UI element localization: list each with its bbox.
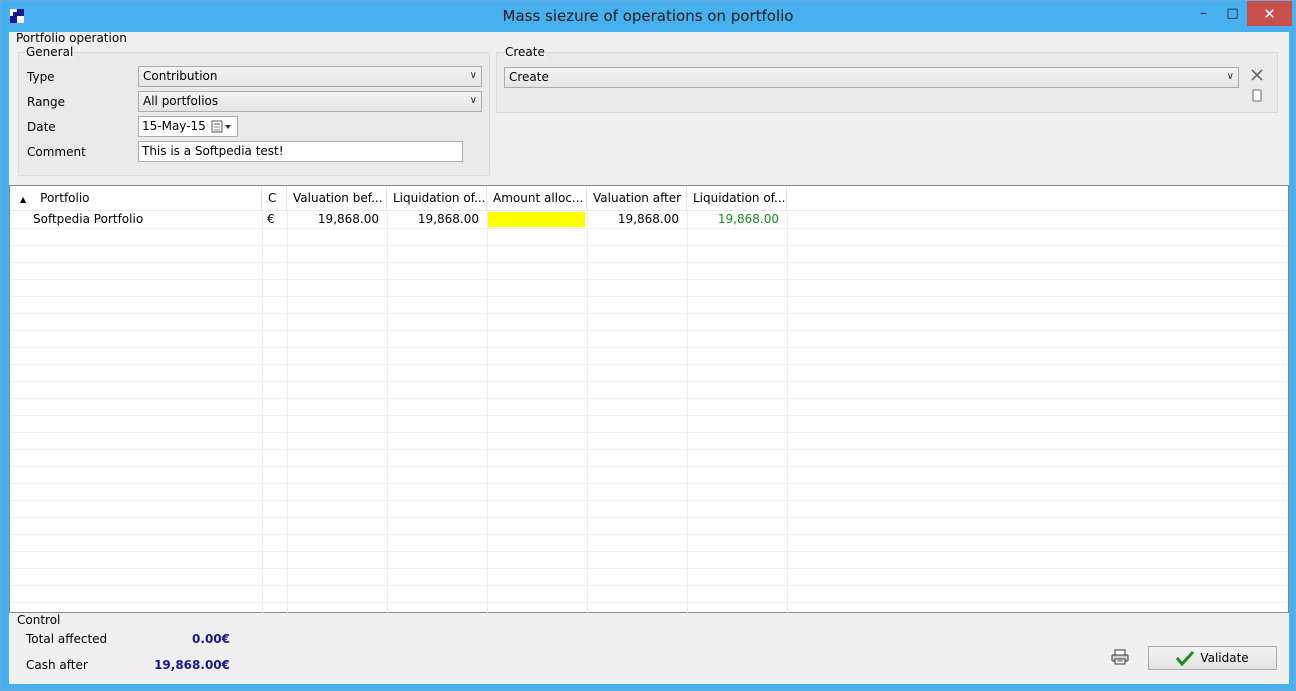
range-select-value: All portfolios xyxy=(143,94,219,108)
control-label: Control xyxy=(17,613,61,627)
cash-after-label: Cash after xyxy=(26,658,88,672)
type-select-value: Contribution xyxy=(143,69,218,83)
comment-label: Comment xyxy=(27,145,86,159)
grid-row-line xyxy=(10,398,1288,399)
grid-column-divider xyxy=(387,211,388,613)
grid-row-line xyxy=(10,585,1288,586)
portfolio-grid[interactable]: ▲ Portfolio C Valuation bef... Liquidatio… xyxy=(9,185,1289,613)
grid-column-divider xyxy=(787,211,788,613)
sort-ascending-icon: ▲ xyxy=(20,195,27,204)
title-bar[interactable]: Mass siezure of operations on portfolio … xyxy=(1,1,1295,32)
grid-column-divider xyxy=(587,211,588,613)
calendar-icon[interactable] xyxy=(211,120,233,133)
total-affected-label: Total affected xyxy=(26,632,108,646)
column-header-liquidation-before[interactable]: Liquidation of... xyxy=(387,186,487,211)
range-label: Range xyxy=(27,95,66,109)
grid-row-line xyxy=(10,432,1288,433)
column-header-liquidation-after[interactable]: Liquidation of... xyxy=(687,186,787,211)
date-picker[interactable]: 15-May-15 xyxy=(138,116,238,137)
grid-row-line xyxy=(10,483,1288,484)
validate-button[interactable]: Validate xyxy=(1148,646,1277,670)
type-select[interactable]: Contribution ∨ xyxy=(138,66,482,87)
validate-label: Validate xyxy=(1200,651,1249,665)
grid-row-line xyxy=(10,313,1288,314)
grid-column-divider xyxy=(687,211,688,613)
grid-row-line xyxy=(10,500,1288,501)
grid-column-divider xyxy=(262,211,263,613)
window-title: Mass siezure of operations on portfolio xyxy=(502,7,794,25)
column-header-portfolio[interactable]: ▲ Portfolio xyxy=(10,186,262,211)
grid-row-line xyxy=(10,347,1288,348)
printer-icon[interactable] xyxy=(1111,649,1129,665)
cell-amount-allocated[interactable] xyxy=(488,212,585,227)
close-button[interactable]: ✕ xyxy=(1247,1,1292,26)
grid-row-line xyxy=(10,517,1288,518)
grid-row-line xyxy=(10,262,1288,263)
cell-liquidation-before[interactable]: 19,868.00 xyxy=(387,211,479,228)
range-select[interactable]: All portfolios ∨ xyxy=(138,91,482,112)
grid-row-line xyxy=(10,466,1288,467)
grid-row-line xyxy=(10,245,1288,246)
grid-row-line xyxy=(10,330,1288,331)
grid-row-line xyxy=(10,279,1288,280)
client-area: Portfolio operation General Type Contrib… xyxy=(9,31,1289,684)
column-header-valuation-after[interactable]: Valuation after xyxy=(587,186,687,211)
table-row[interactable]: Softpedia Portfolio € 19,868.00 19,868.0… xyxy=(10,211,1288,228)
portfolio-operation-label: Portfolio operation xyxy=(16,31,127,45)
grid-row-line xyxy=(10,364,1288,365)
cell-liquidation-after[interactable]: 19,868.00 xyxy=(687,211,779,228)
copy-icon[interactable] xyxy=(1252,89,1262,102)
column-header-portfolio-label: Portfolio xyxy=(40,191,90,205)
grid-header: ▲ Portfolio C Valuation bef... Liquidatio… xyxy=(10,186,1288,211)
chevron-down-icon: ∨ xyxy=(469,70,477,81)
maximize-button[interactable]: □ xyxy=(1218,1,1247,26)
type-label: Type xyxy=(27,70,55,84)
grid-row-line xyxy=(10,551,1288,552)
close-x-icon[interactable] xyxy=(1250,68,1264,82)
cash-after-value: 19,868.00€ xyxy=(154,658,230,672)
cell-valuation-after[interactable]: 19,868.00 xyxy=(587,211,679,228)
create-select[interactable]: Create ∨ xyxy=(504,67,1239,88)
column-header-valuation-before[interactable]: Valuation bef... xyxy=(287,186,387,211)
total-affected-value: 0.00€ xyxy=(192,632,230,646)
cell-portfolio[interactable]: Softpedia Portfolio xyxy=(33,211,258,228)
minimize-button[interactable]: – xyxy=(1189,1,1218,26)
grid-row-line xyxy=(10,534,1288,535)
column-header-currency[interactable]: C xyxy=(262,186,287,211)
grid-row-line xyxy=(10,296,1288,297)
grid-row-line xyxy=(10,415,1288,416)
checkmark-icon xyxy=(1176,650,1195,666)
grid-row-line xyxy=(10,228,1288,229)
chevron-down-icon: ∨ xyxy=(1226,71,1234,82)
window: Mass siezure of operations on portfolio … xyxy=(0,0,1296,691)
comment-field[interactable]: This is a Softpedia test! xyxy=(138,141,463,162)
grid-column-divider xyxy=(487,211,488,613)
grid-row-line xyxy=(10,381,1288,382)
grid-row-line xyxy=(10,449,1288,450)
column-header-amount-allocated[interactable]: Amount alloc... xyxy=(487,186,587,211)
date-value: 15-May-15 xyxy=(142,119,206,133)
cell-valuation-before[interactable]: 19,868.00 xyxy=(287,211,379,228)
grid-row-line xyxy=(10,568,1288,569)
create-label: Create xyxy=(504,45,546,59)
chevron-down-icon: ∨ xyxy=(469,95,477,106)
general-label: General xyxy=(25,45,75,59)
cell-currency[interactable]: € xyxy=(267,211,285,228)
grid-column-divider xyxy=(287,211,288,613)
date-label: Date xyxy=(27,120,56,134)
create-select-value: Create xyxy=(509,70,549,84)
grid-row-line xyxy=(10,602,1288,603)
